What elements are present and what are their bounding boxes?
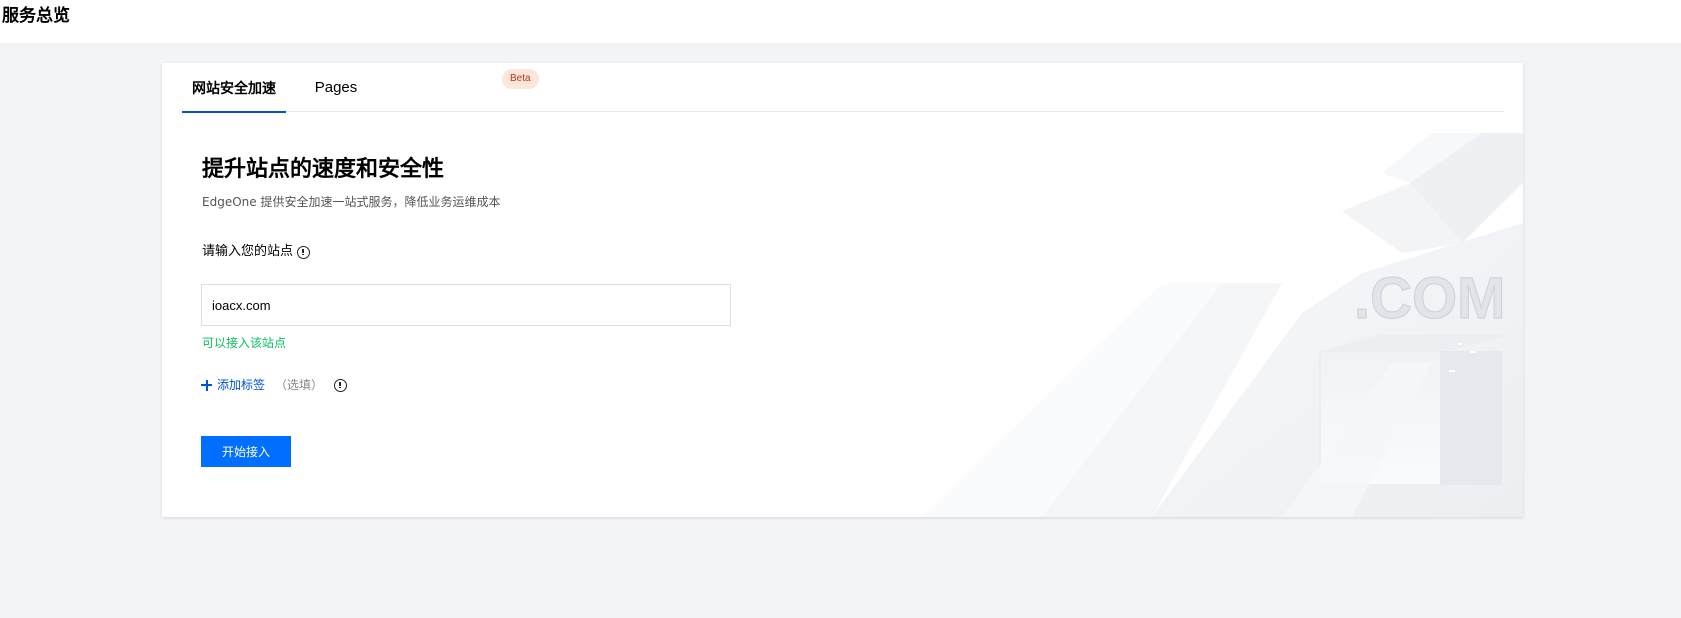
- dotcom-text: .COM: [1354, 266, 1505, 331]
- main-card: 网站安全加速 Pages Beta 提升站点的速度和安全性 EdgeOne 提供…: [162, 63, 1523, 517]
- tab-website-acceleration[interactable]: 网站安全加速: [182, 63, 286, 113]
- site-input[interactable]: [201, 284, 731, 326]
- start-access-button[interactable]: 开始接入: [201, 436, 291, 467]
- info-icon[interactable]: [297, 245, 311, 259]
- page-title: 服务总览: [2, 6, 70, 26]
- site-label-text: 请输入您的站点: [202, 244, 294, 259]
- site-field-label: 请输入您的站点: [202, 243, 311, 261]
- dotcom-illustration: .COM: [922, 133, 1523, 517]
- optional-label: （选填）: [275, 378, 324, 392]
- top-header: 服务总览: [0, 0, 1681, 43]
- tab-pages[interactable]: Pages: [308, 63, 364, 112]
- site-valid-message: 可以接入该站点: [202, 336, 287, 350]
- tab-bar: 网站安全加速 Pages: [182, 63, 1504, 113]
- hero-subtitle: EdgeOne 提供安全加速一站式服务，降低业务运维成本: [202, 195, 501, 209]
- tab-label: Pages: [314, 79, 358, 96]
- add-tag-label: 添加标签: [217, 378, 266, 392]
- hero-title: 提升站点的速度和安全性: [202, 157, 445, 182]
- info-icon[interactable]: [334, 378, 348, 392]
- add-tag-button[interactable]: 添加标签: [201, 377, 265, 393]
- active-tab-indicator: [182, 111, 286, 113]
- tab-label: 网站安全加速: [192, 80, 276, 97]
- tag-row: 添加标签 （选填）: [201, 377, 348, 393]
- plus-icon: [201, 379, 212, 391]
- beta-badge: Beta: [502, 69, 539, 89]
